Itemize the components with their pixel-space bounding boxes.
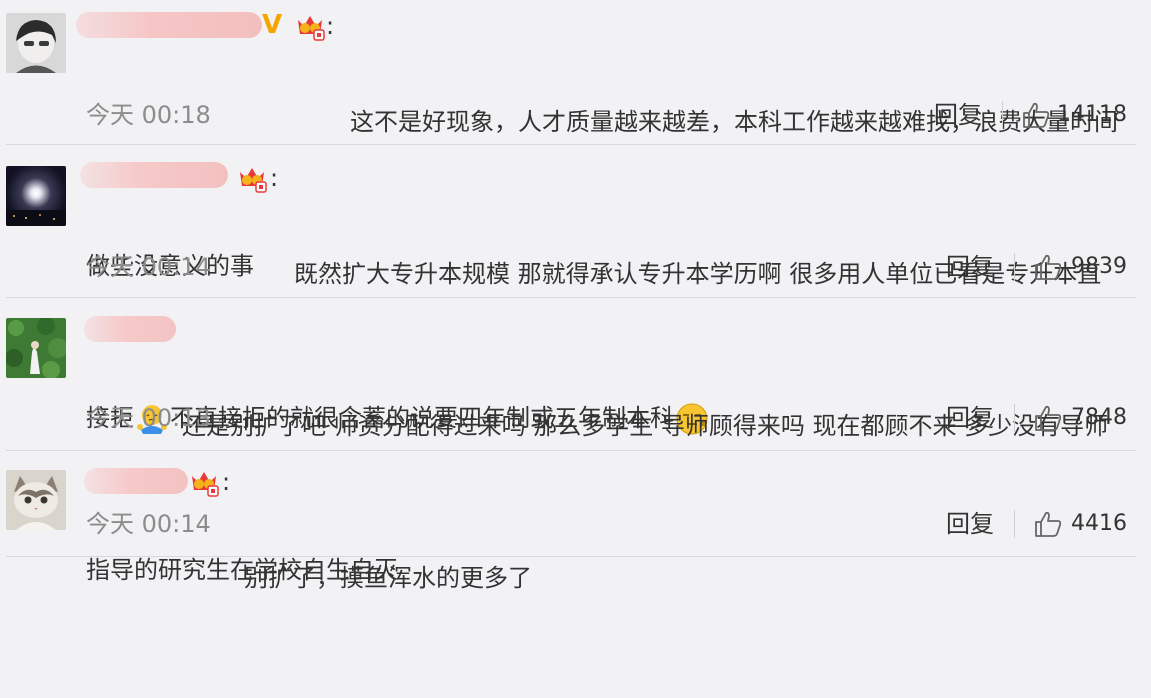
reply-button[interactable]: 回复 (946, 403, 994, 433)
thumbs-up-icon[interactable] (1021, 100, 1051, 130)
timestamp: 今天 00:14 (86, 253, 211, 281)
like-count: 9839 (1071, 254, 1127, 279)
reply-button[interactable]: 回复 (946, 252, 994, 282)
separator (1014, 253, 1015, 281)
thumbs-up-icon[interactable] (1033, 252, 1063, 282)
reply-button[interactable]: 回复 (934, 100, 982, 130)
timestamp: 今天 00:18 (86, 101, 211, 129)
separator (1014, 510, 1015, 538)
comment-text: 别扩了，摸鱼浑水的更多了 (86, 458, 1131, 698)
reply-button[interactable]: 回复 (946, 509, 994, 539)
like-count: 4416 (1071, 511, 1127, 536)
timestamp: 今天 00:14 (86, 510, 211, 538)
like-count: 7848 (1071, 405, 1127, 430)
avatar[interactable] (6, 470, 66, 530)
divider (6, 297, 1136, 298)
separator (1014, 404, 1015, 432)
avatar[interactable] (6, 318, 66, 378)
avatar[interactable] (6, 13, 66, 73)
divider (6, 556, 1136, 557)
divider (6, 144, 1136, 145)
timestamp: 今天 00:13 (86, 404, 211, 432)
separator (1002, 101, 1003, 129)
avatar[interactable] (6, 166, 66, 226)
like-count: 14118 (1057, 102, 1127, 127)
thumbs-up-icon[interactable] (1033, 509, 1063, 539)
thumbs-up-icon[interactable] (1033, 403, 1063, 433)
divider (6, 450, 1136, 451)
comment-line: 别扩了，摸鱼浑水的更多了 (244, 564, 532, 592)
